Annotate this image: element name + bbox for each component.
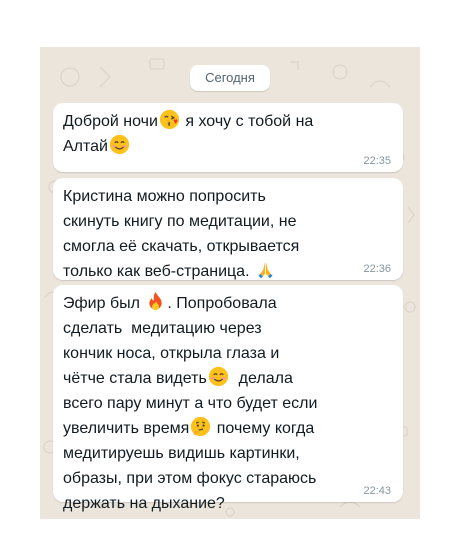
folded-hands-emoji-icon: [258, 261, 273, 279]
message-text: Доброй ночи я хочу с тобой на Алтай: [63, 109, 391, 159]
message-time: 22:36: [363, 263, 391, 275]
message-bubble[interactable]: Доброй ночи я хочу с тобой на Алтай 22:3…: [53, 103, 403, 172]
message-bubble[interactable]: Кристина можно попросить скинуть книгу п…: [53, 178, 403, 280]
message-text-part: Эфир был: [63, 295, 145, 312]
message-text-part: Доброй ночи: [63, 113, 158, 130]
smiling-face-emoji-icon: [109, 134, 130, 155]
thinking-face-emoji-icon: [191, 416, 211, 437]
message-bubble[interactable]: Эфир был . Попробовала сделать медитацию…: [53, 285, 403, 512]
chat-area: Сегодня Доброй ночи я хочу с тобой на Ал…: [40, 47, 420, 519]
message-text: Эфир был . Попробовала сделать медитацию…: [63, 291, 391, 516]
kissing-face-emoji-icon: [159, 109, 180, 130]
smiling-face-emoji-icon: [208, 366, 228, 387]
fire-emoji-icon: [149, 291, 163, 311]
message-time: 22:35: [363, 155, 391, 167]
message-time: 22:43: [363, 485, 391, 497]
message-text: Кристина можно попросить скинуть книгу п…: [63, 184, 391, 284]
date-chip: Сегодня: [190, 65, 270, 91]
